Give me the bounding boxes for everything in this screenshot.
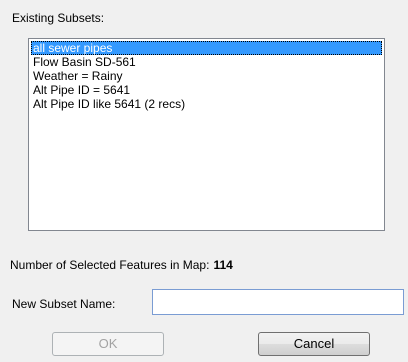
list-item[interactable]: all sewer pipes [31, 41, 382, 55]
list-item[interactable]: Alt Pipe ID = 5641 [31, 83, 382, 97]
cancel-button[interactable]: Cancel [258, 332, 370, 356]
existing-subsets-list[interactable]: all sewer pipes Flow Basin SD-561 Weathe… [28, 38, 385, 231]
new-subset-name-input[interactable] [152, 289, 404, 315]
list-item[interactable]: Alt Pipe ID like 5641 (2 recs) [31, 97, 382, 111]
ok-button[interactable]: OK [52, 332, 164, 356]
existing-subsets-label: Existing Subsets: [12, 11, 105, 25]
selected-features-count: 114 [213, 258, 233, 272]
list-item[interactable]: Flow Basin SD-561 [31, 55, 382, 69]
selected-features-row: Number of Selected Features in Map: 114 [10, 258, 233, 272]
selected-features-label: Number of Selected Features in Map: [10, 258, 210, 272]
new-subset-name-label: New Subset Name: [12, 297, 116, 311]
list-item[interactable]: Weather = Rainy [31, 69, 382, 83]
